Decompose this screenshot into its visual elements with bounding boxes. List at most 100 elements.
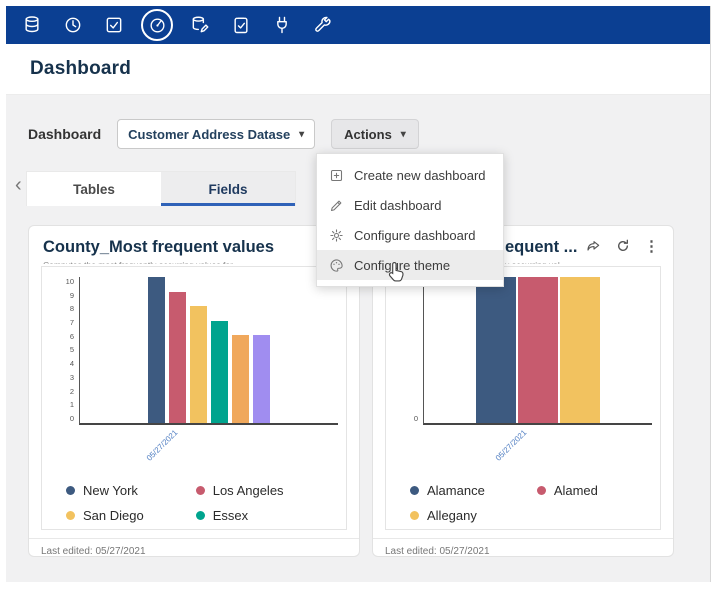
- legend-item[interactable]: Allegany: [410, 508, 485, 523]
- legend-label: Los Angeles: [213, 483, 284, 498]
- plus-square-icon: [329, 168, 344, 183]
- legend-dot-icon: [66, 511, 75, 520]
- y-axis: 109876543210: [50, 277, 79, 423]
- chart-bar[interactable]: [169, 292, 186, 423]
- actions-menu: Create new dashboard Edit dashboard Conf…: [316, 153, 504, 287]
- last-edited: Last edited: 05/27/2021: [29, 538, 359, 564]
- y-tick-label: 2: [70, 387, 74, 396]
- y-tick-label: 0: [70, 414, 74, 423]
- kebab-menu-icon[interactable]: ⋮: [644, 239, 659, 254]
- legend-item[interactable]: Alamance: [410, 483, 485, 498]
- chart-bar[interactable]: [190, 306, 207, 423]
- chart-bar[interactable]: [518, 277, 558, 423]
- page-header: Dashboard: [6, 44, 710, 95]
- top-navbar: [6, 6, 710, 44]
- legend-dot-icon: [410, 486, 419, 495]
- pencil-icon: [329, 198, 344, 213]
- dataset-select[interactable]: Customer Address Datase ▾: [117, 119, 315, 149]
- card-actions: ⋮: [586, 238, 659, 254]
- legend-dot-icon: [196, 511, 205, 520]
- y-tick-label: 8: [70, 304, 74, 313]
- y-tick-label: 3: [70, 373, 74, 382]
- chart-bar[interactable]: [476, 277, 516, 423]
- dataset-select-value: Customer Address Datase: [128, 127, 290, 142]
- legend-item[interactable]: Los Angeles: [196, 483, 284, 498]
- y-tick-label: 7: [70, 318, 74, 327]
- y-tick-label: 6: [70, 332, 74, 341]
- legend-dot-icon: [537, 486, 546, 495]
- chart-bar[interactable]: [253, 335, 270, 423]
- y-tick-label: 5: [70, 345, 74, 354]
- tab-fields[interactable]: Fields: [161, 172, 295, 206]
- legend-label: Essex: [213, 508, 248, 523]
- wrench-icon[interactable]: [309, 11, 337, 39]
- refresh-icon[interactable]: [615, 238, 631, 254]
- legend-item[interactable]: New York: [66, 483, 144, 498]
- actions-button-label: Actions: [344, 127, 392, 142]
- chart-bar[interactable]: [560, 277, 600, 423]
- legend-dot-icon: [66, 486, 75, 495]
- check-square-icon[interactable]: [100, 11, 128, 39]
- chevron-down-icon: ▾: [299, 129, 304, 140]
- legend-label: Alamed: [554, 483, 598, 498]
- legend-item[interactable]: Essex: [196, 508, 284, 523]
- plug-icon[interactable]: [268, 11, 296, 39]
- legend: Alamance Alamed Allegany: [410, 483, 652, 523]
- y-tick-label: 10: [66, 277, 74, 286]
- share-icon[interactable]: [586, 238, 602, 254]
- legend-label: San Diego: [83, 508, 144, 523]
- legend-dot-icon: [410, 511, 419, 520]
- menu-item-create-new-dashboard[interactable]: Create new dashboard: [317, 160, 503, 190]
- clipboard-check-icon[interactable]: [227, 11, 255, 39]
- gear-icon: [329, 228, 344, 243]
- y-tick-label: 1: [70, 400, 74, 409]
- legend-item[interactable]: San Diego: [66, 508, 144, 523]
- menu-item-edit-dashboard[interactable]: Edit dashboard: [317, 190, 503, 220]
- bars: [476, 277, 600, 423]
- plot-area: [423, 277, 652, 425]
- carousel-left-arrow-icon[interactable]: ‹: [15, 174, 22, 197]
- card-title: County_Most frequent values: [43, 238, 274, 257]
- actions-button[interactable]: Actions ▾: [331, 119, 419, 149]
- legend-label: Allegany: [427, 508, 477, 523]
- bars: [148, 277, 270, 423]
- card-subtitle: y occurring val...: [491, 257, 673, 264]
- card-title: equent ...: [505, 238, 577, 257]
- page-title: Dashboard: [30, 58, 131, 80]
- database-icon[interactable]: [18, 11, 46, 39]
- y-axis: 10: [394, 277, 423, 423]
- last-edited: Last edited: 05/27/2021: [373, 538, 673, 564]
- y-tick-label: 9: [70, 291, 74, 300]
- chevron-down-icon: ▾: [401, 129, 406, 140]
- chart-bar[interactable]: [148, 277, 165, 423]
- tab-tables[interactable]: Tables: [27, 172, 161, 206]
- dashboard-compass-icon[interactable]: [141, 9, 173, 41]
- menu-item-configure-theme[interactable]: Configure theme: [317, 250, 503, 280]
- tabs: Tables Fields: [26, 171, 296, 206]
- chart-bar[interactable]: [232, 335, 249, 423]
- x-tick-label: 05/27/2021: [145, 428, 180, 463]
- app-window: Dashboard Dashboard Customer Address Dat…: [6, 6, 711, 582]
- card-header: County_Most frequent values: [29, 226, 359, 257]
- legend: New York Los Angeles San Diego Essex: [66, 483, 338, 523]
- chart-bar[interactable]: [211, 321, 228, 423]
- legend-dot-icon: [196, 486, 205, 495]
- menu-item-configure-dashboard[interactable]: Configure dashboard: [317, 220, 503, 250]
- card-subtitle: Computes the most frequently occurring v…: [29, 257, 359, 264]
- widget-card-county: County_Most frequent values Computes the…: [28, 225, 360, 557]
- bar-chart: 109876543210 05/27/2021 New YorkLos Ange…: [41, 266, 347, 530]
- legend-item[interactable]: Alamed: [537, 483, 598, 498]
- y-tick-label: 0: [414, 414, 418, 423]
- palette-icon: [329, 258, 344, 273]
- legend-label: New York: [83, 483, 138, 498]
- dashboard-toolbar: Dashboard Customer Address Datase ▾ Acti…: [28, 119, 419, 149]
- y-tick-label: 4: [70, 359, 74, 368]
- x-tick-label: 05/27/2021: [494, 428, 529, 463]
- database-edit-icon[interactable]: [186, 11, 214, 39]
- bar-chart: 10 05/27/2021 Alamance Alamed Allegany: [385, 266, 661, 530]
- dashboard-label: Dashboard: [28, 126, 101, 142]
- main-content: Dashboard Customer Address Datase ▾ Acti…: [6, 95, 710, 582]
- plot-area: [79, 277, 338, 425]
- clock-icon[interactable]: [59, 11, 87, 39]
- legend-label: Alamance: [427, 483, 485, 498]
